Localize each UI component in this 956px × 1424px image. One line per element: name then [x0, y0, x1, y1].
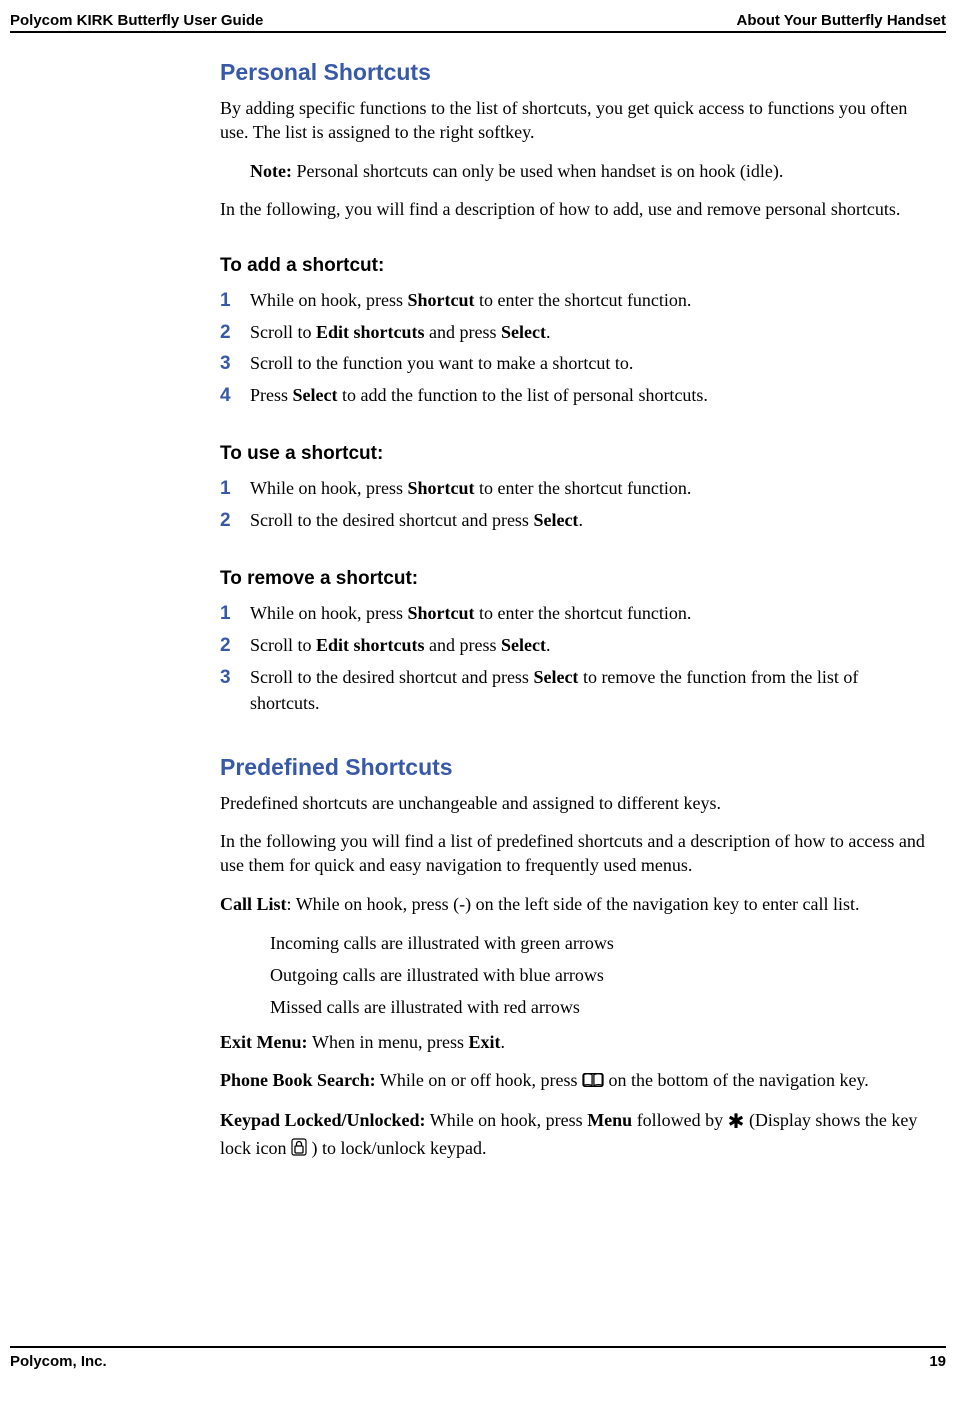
step-number: 1: [220, 600, 250, 628]
list-item: 3 Scroll to the function you want to mak…: [220, 350, 928, 378]
step-number: 2: [220, 632, 250, 660]
heading-remove-shortcut: To remove a shortcut:: [220, 568, 928, 590]
step-text: While on hook, press Shortcut to enter t…: [250, 287, 928, 313]
list-item: 2 Scroll to the desired shortcut and pre…: [220, 507, 928, 535]
page: Polycom KIRK Butterfly User Guide About …: [0, 0, 956, 1380]
step-number: 3: [220, 350, 250, 378]
header-rule: [10, 31, 946, 33]
step-text: Scroll to the desired shortcut and press…: [250, 664, 928, 716]
paragraph: In the following you will find a list of…: [220, 829, 928, 878]
heading-use-shortcut: To use a shortcut:: [220, 443, 928, 465]
note-label: Note:: [250, 161, 292, 181]
steps-remove: 1 While on hook, press Shortcut to enter…: [220, 600, 928, 715]
list-item: 3 Scroll to the desired shortcut and pre…: [220, 664, 928, 716]
footer-rule: [10, 1346, 946, 1348]
heading-personal-shortcuts: Personal Shortcuts: [220, 59, 928, 86]
steps-add: 1 While on hook, press Shortcut to enter…: [220, 287, 928, 409]
heading-add-shortcut: To add a shortcut:: [220, 255, 928, 277]
step-number: 3: [220, 664, 250, 692]
book-icon: [582, 1070, 604, 1094]
note-paragraph: Note: Personal shortcuts can only be use…: [250, 159, 928, 183]
call-list-legend: Incoming calls are illustrated with gree…: [270, 930, 928, 1022]
heading-predefined-shortcuts: Predefined Shortcuts: [220, 754, 928, 781]
step-text: Press Select to add the function to the …: [250, 382, 928, 408]
step-text: Scroll to the desired shortcut and press…: [250, 507, 928, 533]
step-text: While on hook, press Shortcut to enter t…: [250, 475, 928, 501]
paragraph-keypad-lock: Keypad Locked/Unlocked: While on hook, p…: [220, 1108, 928, 1162]
paragraph-call-list: Call List: While on hook, press (-) on t…: [220, 892, 928, 916]
list-item: 1 While on hook, press Shortcut to enter…: [220, 287, 928, 315]
legend-item: Incoming calls are illustrated with gree…: [270, 930, 928, 958]
step-number: 1: [220, 475, 250, 503]
step-text: Scroll to Edit shortcuts and press Selec…: [250, 632, 928, 658]
legend-item: Missed calls are illustrated with red ar…: [270, 994, 928, 1022]
lock-icon: [291, 1138, 307, 1162]
running-footer: Polycom, Inc. 19: [10, 1346, 946, 1370]
paragraph: In the following, you will find a descri…: [220, 197, 928, 221]
paragraph-exit-menu: Exit Menu: When in menu, press Exit.: [220, 1030, 928, 1054]
step-text: While on hook, press Shortcut to enter t…: [250, 600, 928, 626]
running-header: Polycom KIRK Butterfly User Guide About …: [10, 12, 946, 31]
list-item: 1 While on hook, press Shortcut to enter…: [220, 600, 928, 628]
footer-left: Polycom, Inc.: [10, 1353, 107, 1370]
list-item: 2 Scroll to Edit shortcuts and press Sel…: [220, 319, 928, 347]
footer-page-number: 19: [929, 1353, 946, 1370]
header-right: About Your Butterfly Handset: [737, 12, 946, 29]
steps-use: 1 While on hook, press Shortcut to enter…: [220, 475, 928, 534]
step-number: 1: [220, 287, 250, 315]
main-content: Personal Shortcuts By adding specific fu…: [220, 59, 928, 1163]
list-item: 1 While on hook, press Shortcut to enter…: [220, 475, 928, 503]
paragraph-phone-book-search: Phone Book Search: While on or off hook,…: [220, 1068, 928, 1094]
star-key-icon: ✱: [728, 1111, 745, 1133]
list-item: 2 Scroll to Edit shortcuts and press Sel…: [220, 632, 928, 660]
header-left: Polycom KIRK Butterfly User Guide: [10, 12, 263, 29]
step-number: 2: [220, 507, 250, 535]
paragraph: By adding specific functions to the list…: [220, 96, 928, 145]
list-item: 4 Press Select to add the function to th…: [220, 382, 928, 410]
paragraph: Predefined shortcuts are unchangeable an…: [220, 791, 928, 815]
step-text: Scroll to Edit shortcuts and press Selec…: [250, 319, 928, 345]
step-number: 2: [220, 319, 250, 347]
legend-item: Outgoing calls are illustrated with blue…: [270, 962, 928, 990]
step-number: 4: [220, 382, 250, 410]
note-text: Personal shortcuts can only be used when…: [292, 161, 783, 181]
step-text: Scroll to the function you want to make …: [250, 350, 928, 376]
